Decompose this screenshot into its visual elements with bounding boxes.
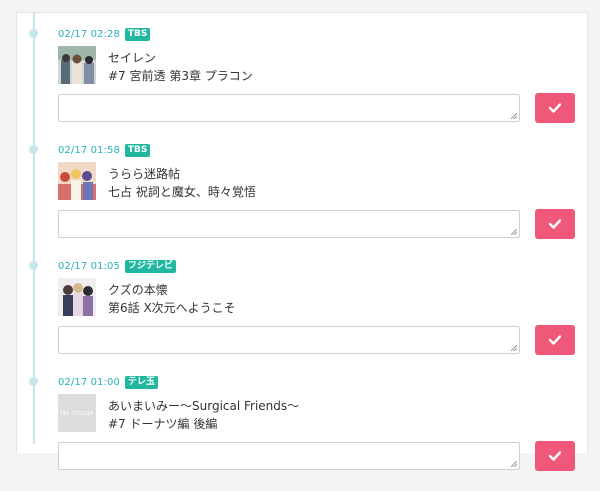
air-time: 02/17 01:58 <box>58 144 120 156</box>
anime-thumbnail[interactable] <box>58 278 96 316</box>
comment-textarea[interactable] <box>58 326 520 354</box>
channel-badge: テレ玉 <box>124 375 158 389</box>
anime-title[interactable]: あいまいみー～Surgical Friends～ <box>108 397 299 414</box>
air-time: 02/17 01:05 <box>58 260 120 272</box>
air-time: 02/17 01:00 <box>58 376 120 388</box>
resize-grip-icon[interactable] <box>511 461 517 467</box>
check-icon <box>549 219 561 229</box>
no-image-thumbnail[interactable]: No Image <box>58 394 96 432</box>
timeline-entry: 02/17 01:00 テレ玉 No Image あいまいみー～Surgical… <box>0 375 600 491</box>
entry-meta: 02/17 01:00 テレ玉 <box>58 375 158 389</box>
timeline-dot <box>29 377 38 386</box>
entry-meta: 02/17 01:58 TBS <box>58 143 151 157</box>
channel-badge: TBS <box>124 27 151 41</box>
submit-button[interactable] <box>535 209 575 239</box>
timeline-dot <box>29 261 38 270</box>
timeline-entry: 02/17 01:05 フジテレビ クズの本懐 第6話 X次元へようこそ <box>0 259 600 375</box>
submit-button[interactable] <box>535 325 575 355</box>
channel-badge: TBS <box>124 143 151 157</box>
submit-button[interactable] <box>535 93 575 123</box>
anime-thumbnail[interactable] <box>58 46 96 84</box>
no-image-label: No Image <box>60 409 94 417</box>
timeline-entry: 02/17 01:58 TBS うらら迷路帖 七占 祝詞と魔女、時々覚悟 <box>0 143 600 259</box>
check-icon <box>549 335 561 345</box>
anime-title[interactable]: クズの本懐 <box>108 281 168 298</box>
episode-title: 七占 祝詞と魔女、時々覚悟 <box>108 185 256 199</box>
resize-grip-icon[interactable] <box>511 113 517 119</box>
episode-title: #7 ドーナツ編 後編 <box>108 417 218 431</box>
episode-title: #7 宮前透 第3章 プラコン <box>108 69 253 83</box>
timeline-dot <box>29 29 38 38</box>
entry-meta: 02/17 02:28 TBS <box>58 27 151 41</box>
submit-button[interactable] <box>535 441 575 471</box>
timeline-dot <box>29 145 38 154</box>
entry-meta: 02/17 01:05 フジテレビ <box>58 259 176 273</box>
air-time: 02/17 02:28 <box>58 28 120 40</box>
comment-textarea[interactable] <box>58 94 520 122</box>
episode-title: 第6話 X次元へようこそ <box>108 301 236 315</box>
timeline-entry: 02/17 02:28 TBS セイレン #7 宮前透 第3章 プラコン <box>0 27 600 143</box>
resize-grip-icon[interactable] <box>511 345 517 351</box>
channel-badge: フジテレビ <box>124 259 176 273</box>
check-icon <box>549 451 561 461</box>
comment-textarea[interactable] <box>58 210 520 238</box>
check-icon <box>549 103 561 113</box>
anime-title[interactable]: セイレン <box>108 49 156 66</box>
anime-title[interactable]: うらら迷路帖 <box>108 165 180 182</box>
comment-textarea[interactable] <box>58 442 520 470</box>
anime-thumbnail[interactable] <box>58 162 96 200</box>
resize-grip-icon[interactable] <box>511 229 517 235</box>
